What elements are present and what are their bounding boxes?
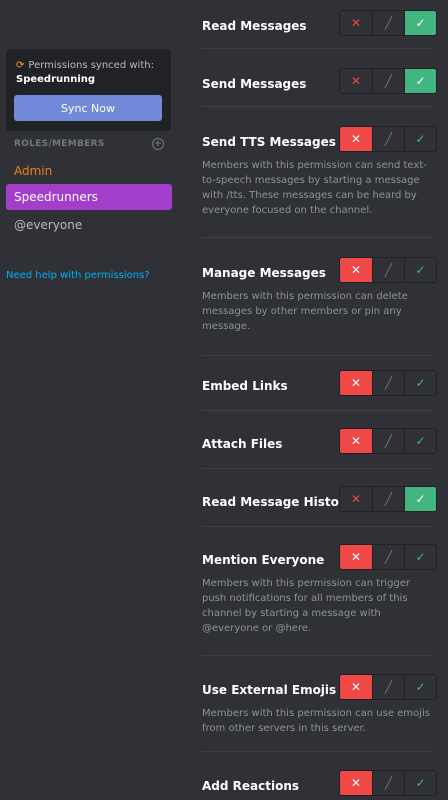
neutral-toggle[interactable]: ╱ xyxy=(372,545,404,569)
add-role-icon[interactable]: + xyxy=(152,138,164,150)
divider xyxy=(202,655,434,656)
permission-toggle-group: ✕ ╱ ✓ xyxy=(339,257,437,283)
deny-toggle[interactable]: ✕ xyxy=(340,545,372,569)
permission-description: Members with this permission can trigger… xyxy=(202,578,411,634)
allow-toggle[interactable]: ✓ xyxy=(404,127,436,151)
deny-toggle[interactable]: ✕ xyxy=(340,675,372,699)
sync-role: Speedrunning xyxy=(16,74,96,85)
neutral-toggle[interactable]: ╱ xyxy=(372,771,404,795)
permission-title: Manage Messages xyxy=(202,266,326,280)
roles-header-label: ROLES/MEMBERS xyxy=(14,139,105,149)
permission-title: Send TTS Messages xyxy=(202,135,336,149)
deny-toggle[interactable]: ✕ xyxy=(340,371,372,395)
permission-title: Add Reactions xyxy=(202,779,300,793)
permission-toggle-group: ✕ ╱ ✓ xyxy=(339,370,437,396)
role-admin[interactable]: Admin xyxy=(6,158,172,184)
sync-label: Permissions synced with: xyxy=(28,60,154,71)
deny-toggle[interactable]: ✕ xyxy=(340,127,372,151)
allow-toggle[interactable]: ✓ xyxy=(404,771,436,795)
permission-toggle-group: ✕ ╱ ✓ xyxy=(339,770,437,796)
neutral-toggle[interactable]: ╱ xyxy=(372,127,404,151)
neutral-toggle[interactable]: ╱ xyxy=(372,11,404,35)
deny-toggle[interactable]: ✕ xyxy=(340,771,372,795)
allow-toggle[interactable]: ✓ xyxy=(404,675,436,699)
deny-toggle[interactable]: ✕ xyxy=(340,69,372,93)
permission-title: Attach Files xyxy=(202,437,283,451)
neutral-toggle[interactable]: ╱ xyxy=(372,258,404,282)
divider xyxy=(202,106,434,107)
neutral-toggle[interactable]: ╱ xyxy=(372,429,404,453)
divider xyxy=(202,751,434,752)
permission-title: Read Messages xyxy=(202,19,307,33)
sync-icon: ⟳ xyxy=(16,60,25,71)
deny-toggle[interactable]: ✕ xyxy=(340,487,372,511)
permission-toggle-group: ✕ ╱ ✓ xyxy=(339,126,437,152)
neutral-toggle[interactable]: ╱ xyxy=(372,69,404,93)
permission-title: Use External Emojis xyxy=(202,683,337,697)
role-speedrunners[interactable]: Speedrunners xyxy=(6,184,172,210)
permission-title: Read Message History xyxy=(202,495,353,509)
permission-description: Members with this permission can send te… xyxy=(202,160,427,216)
neutral-toggle[interactable]: ╱ xyxy=(372,675,404,699)
divider xyxy=(202,237,434,238)
divider xyxy=(202,526,434,527)
neutral-toggle[interactable]: ╱ xyxy=(372,371,404,395)
sync-text: ⟳ Permissions synced with: Speedrunning xyxy=(16,59,165,87)
allow-toggle[interactable]: ✓ xyxy=(404,69,436,93)
permission-title: Mention Everyone xyxy=(202,553,325,567)
permission-description: Members with this permission can delete … xyxy=(202,291,408,332)
deny-toggle[interactable]: ✕ xyxy=(340,258,372,282)
allow-toggle[interactable]: ✓ xyxy=(404,11,436,35)
permissions-panel: Read Messages ✕ ╱ ✓ Send Messages ✕ ╱ ✓ Send TTS… xyxy=(186,0,448,800)
help-link[interactable]: Need help with permissions? xyxy=(6,270,150,281)
deny-toggle[interactable]: ✕ xyxy=(340,11,372,35)
divider xyxy=(202,48,434,49)
divider xyxy=(202,468,434,469)
sync-notice: ⟳ Permissions synced with: Speedrunning S… xyxy=(6,49,171,131)
permission-toggle-group: ✕ ╱ ✓ xyxy=(339,486,437,512)
sync-now-button[interactable]: Sync Now xyxy=(14,95,162,121)
deny-toggle[interactable]: ✕ xyxy=(340,429,372,453)
permission-toggle-group: ✕ ╱ ✓ xyxy=(339,428,437,454)
permission-toggle-group: ✕ ╱ ✓ xyxy=(339,68,437,94)
allow-toggle[interactable]: ✓ xyxy=(404,258,436,282)
roles-header: ROLES/MEMBERS + xyxy=(14,138,164,153)
permission-toggle-group: ✕ ╱ ✓ xyxy=(339,10,437,36)
permission-title: Send Messages xyxy=(202,77,307,91)
allow-toggle[interactable]: ✓ xyxy=(404,429,436,453)
allow-toggle[interactable]: ✓ xyxy=(404,545,436,569)
sidebar: ⟳ Permissions synced with: Speedrunning S… xyxy=(0,0,186,800)
permission-description: Members with this permission can use emo… xyxy=(202,708,430,734)
divider xyxy=(202,355,434,356)
allow-toggle[interactable]: ✓ xyxy=(404,487,436,511)
allow-toggle[interactable]: ✓ xyxy=(404,371,436,395)
role-everyone[interactable]: @everyone xyxy=(6,212,172,238)
divider xyxy=(202,410,434,411)
permission-toggle-group: ✕ ╱ ✓ xyxy=(339,544,437,570)
permission-title: Embed Links xyxy=(202,379,288,393)
permission-toggle-group: ✕ ╱ ✓ xyxy=(339,674,437,700)
neutral-toggle[interactable]: ╱ xyxy=(372,487,404,511)
